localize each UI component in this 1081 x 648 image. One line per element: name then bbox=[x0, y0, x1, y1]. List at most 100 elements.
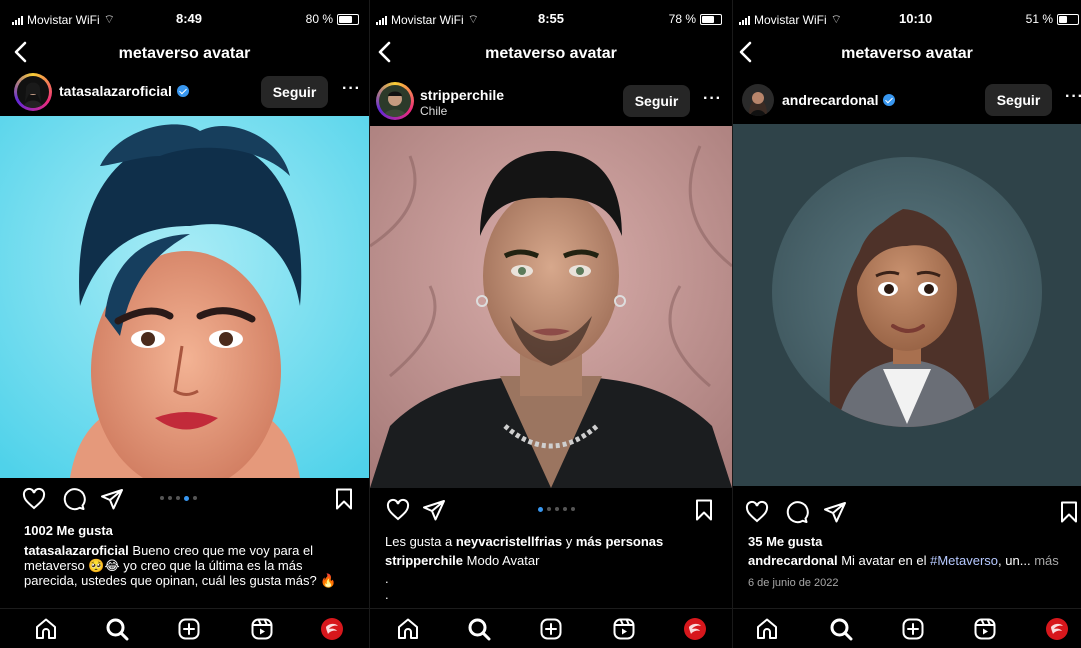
caption-username[interactable]: stripperchile bbox=[385, 553, 463, 568]
post-image[interactable] bbox=[370, 126, 732, 488]
comment-icon[interactable] bbox=[785, 500, 809, 524]
share-icon[interactable] bbox=[823, 500, 847, 524]
page-title: metaverso avatar bbox=[485, 45, 617, 62]
more-icon[interactable]: ··· bbox=[1065, 88, 1081, 106]
create-icon[interactable] bbox=[901, 617, 925, 641]
tab-bar bbox=[370, 608, 732, 648]
top-nav: metaverso avatar bbox=[370, 36, 732, 72]
caption: andrecardonal Mi avatar en el #Metaverso… bbox=[748, 553, 1081, 568]
create-icon[interactable] bbox=[177, 617, 201, 641]
follow-button[interactable]: Seguir bbox=[623, 85, 690, 117]
post-actions bbox=[0, 487, 369, 515]
reels-icon[interactable] bbox=[612, 617, 636, 641]
post-image[interactable] bbox=[0, 116, 369, 478]
page-title: metaverso avatar bbox=[118, 45, 251, 62]
likes-count[interactable]: 1002 Me gusta bbox=[24, 523, 113, 538]
location[interactable]: Chile bbox=[420, 104, 447, 118]
battery-percent: 78 % bbox=[668, 12, 696, 26]
likes-count[interactable]: 35 Me gusta bbox=[748, 534, 822, 549]
heart-icon[interactable] bbox=[745, 500, 769, 524]
avatar[interactable] bbox=[379, 85, 411, 117]
post-panel-3: Movistar WiFi ⌔ 10:10 51 % metaverso ava… bbox=[733, 0, 1081, 648]
create-icon[interactable] bbox=[539, 617, 563, 641]
search-icon[interactable] bbox=[467, 617, 491, 641]
heart-icon[interactable] bbox=[22, 487, 46, 511]
carousel-dot bbox=[555, 507, 559, 511]
avatar[interactable] bbox=[17, 76, 49, 108]
username[interactable]: tatasalazaroficial bbox=[59, 83, 172, 99]
bookmark-icon[interactable] bbox=[692, 498, 716, 522]
bookmark-icon[interactable] bbox=[1057, 500, 1081, 524]
carrier-label: Movistar WiFi bbox=[754, 12, 827, 27]
carousel-dots bbox=[160, 495, 197, 501]
profile-icon[interactable] bbox=[683, 617, 707, 641]
tab-bar bbox=[733, 608, 1081, 648]
caption: stripperchile Modo Avatar bbox=[385, 553, 720, 568]
more-icon[interactable]: ··· bbox=[342, 80, 361, 98]
page-title: metaverso avatar bbox=[841, 45, 973, 62]
liked-by[interactable]: Les gusta a neyvacristellfrias y más per… bbox=[385, 534, 720, 549]
battery-icon bbox=[700, 13, 722, 25]
carousel-dots bbox=[538, 506, 575, 512]
top-nav: metaverso avatar bbox=[0, 36, 369, 72]
wifi-icon: ⌔ bbox=[830, 12, 842, 26]
liked-by-user[interactable]: neyvacristellfrias bbox=[456, 534, 562, 549]
battery-icon bbox=[1057, 13, 1079, 25]
share-icon[interactable] bbox=[422, 498, 446, 522]
follow-button[interactable]: Seguir bbox=[261, 76, 328, 108]
bookmark-icon[interactable] bbox=[332, 487, 356, 511]
username[interactable]: andrecardonal bbox=[782, 92, 878, 108]
carousel-dot bbox=[176, 496, 180, 500]
signal-icon bbox=[376, 15, 387, 25]
status-bar: Movistar WiFi ⌔ 8:55 78 % bbox=[370, 0, 732, 36]
home-icon[interactable] bbox=[34, 617, 58, 641]
battery-icon bbox=[337, 13, 359, 25]
carousel-dot bbox=[193, 496, 197, 500]
carousel-dot bbox=[184, 495, 189, 501]
signal-icon bbox=[739, 15, 750, 25]
profile-icon[interactable] bbox=[1045, 617, 1069, 641]
carrier-label: Movistar WiFi bbox=[391, 12, 464, 27]
post-image[interactable] bbox=[733, 124, 1081, 486]
post-panel-2: Movistar WiFi ⌔ 8:55 78 % metaverso avat… bbox=[370, 0, 732, 648]
reels-icon[interactable] bbox=[973, 617, 997, 641]
tab-bar bbox=[0, 608, 369, 648]
post-actions bbox=[370, 498, 732, 526]
search-icon[interactable] bbox=[829, 617, 853, 641]
caption-username[interactable]: tatasalazaroficial bbox=[24, 543, 129, 558]
carousel-dot bbox=[538, 506, 543, 512]
liked-by-more[interactable]: más personas bbox=[576, 534, 663, 549]
comment-icon[interactable] bbox=[62, 487, 86, 511]
signal-icon bbox=[12, 15, 23, 25]
caption-username[interactable]: andrecardonal bbox=[748, 553, 838, 568]
battery-percent: 80 % bbox=[305, 12, 333, 26]
home-icon[interactable] bbox=[755, 617, 779, 641]
avatar[interactable] bbox=[742, 84, 774, 116]
battery-percent: 51 % bbox=[1025, 12, 1053, 26]
share-icon[interactable] bbox=[100, 487, 124, 511]
post-actions bbox=[733, 500, 1081, 528]
search-icon[interactable] bbox=[105, 617, 129, 641]
post-header: tatasalazaroficial Seguir ··· bbox=[0, 72, 369, 112]
profile-icon[interactable] bbox=[320, 617, 344, 641]
heart-icon[interactable] bbox=[386, 498, 410, 522]
carrier-label: Movistar WiFi bbox=[27, 12, 100, 27]
carousel-dot bbox=[547, 507, 551, 511]
more-icon[interactable]: ··· bbox=[703, 90, 722, 108]
username[interactable]: stripperchile bbox=[420, 87, 504, 103]
reels-icon[interactable] bbox=[250, 617, 274, 641]
clock: 8:55 bbox=[538, 11, 565, 26]
follow-button[interactable]: Seguir bbox=[985, 84, 1052, 116]
caption-text: Mi avatar en el bbox=[841, 553, 927, 568]
caption-more-link[interactable]: más bbox=[1034, 553, 1059, 568]
verified-badge-icon bbox=[883, 94, 896, 106]
carousel-dot bbox=[571, 507, 575, 511]
caption-ellipsis: , un... bbox=[998, 553, 1031, 568]
caption-hashtag[interactable]: #Metaverso bbox=[930, 553, 998, 568]
home-icon[interactable] bbox=[396, 617, 420, 641]
post-header: stripperchile Chile Seguir ··· bbox=[370, 78, 732, 124]
status-bar: Movistar WiFi ⌔ 10:10 51 % bbox=[733, 0, 1081, 36]
avatar-portrait-image bbox=[370, 126, 732, 488]
post-panel-1: Movistar WiFi ⌔ 8:49 80 % metaverso avat… bbox=[0, 0, 369, 648]
carousel-dot bbox=[168, 496, 172, 500]
